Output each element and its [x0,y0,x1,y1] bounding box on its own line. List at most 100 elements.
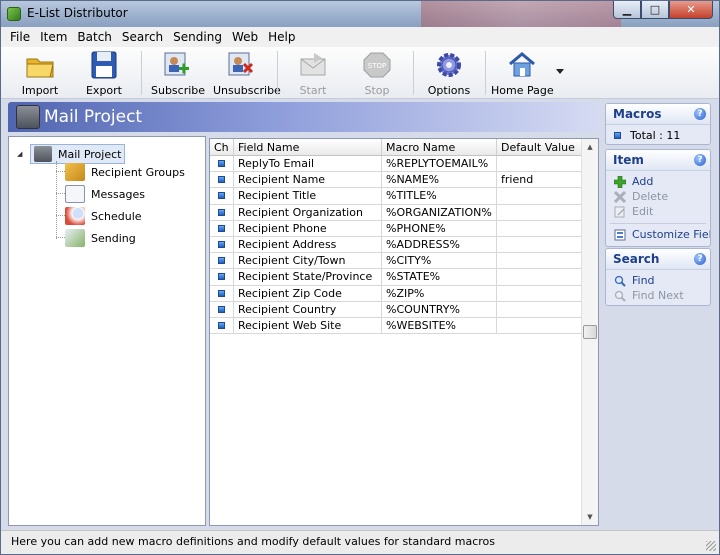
cell-default-value[interactable] [497,237,582,252]
row-checkbox[interactable] [210,188,234,204]
find-next-button[interactable]: Find Next [614,289,684,302]
cell-macro-name[interactable]: %PHONE% [382,220,497,236]
table-row[interactable]: Recipient Zip Code %ZIP% [210,285,582,302]
tree-root-selected[interactable]: Mail Project [30,144,126,164]
cell-field-name[interactable]: Recipient Address [234,236,382,253]
cell-default-value[interactable] [497,253,582,268]
start-button[interactable]: Start [291,49,335,97]
column-header-macro-name[interactable]: Macro Name [382,139,497,155]
row-checkbox[interactable] [210,220,234,236]
import-button[interactable]: Import [15,49,65,97]
cell-default-value[interactable] [497,269,582,284]
tree-item-messages[interactable]: Messages [65,185,145,203]
row-checkbox[interactable] [210,172,234,188]
cell-field-name[interactable]: Recipient City/Town [234,253,382,269]
menu-file[interactable]: File [5,30,35,44]
scroll-down-icon[interactable]: ▼ [582,509,598,525]
cell-default-value[interactable] [497,221,582,236]
item-panel-header[interactable]: Item ? [606,150,710,171]
search-panel-header[interactable]: Search ? [606,249,710,270]
customize-fields-button[interactable]: Customize Fields [614,228,710,241]
edit-button[interactable]: Edit [614,205,653,218]
resize-grip-icon[interactable] [706,541,716,551]
row-checkbox[interactable] [210,236,234,253]
cell-macro-name[interactable]: %REPLYTOEMAIL% [382,156,497,172]
close-button[interactable]: ✕ [669,1,713,19]
table-row[interactable]: Recipient State/Province %STATE% [210,269,582,286]
cell-field-name[interactable]: Recipient Zip Code [234,285,382,301]
tree-item-sending[interactable]: Sending [65,229,136,247]
cell-macro-name[interactable]: %ORGANIZATION% [382,204,497,220]
scroll-up-icon[interactable]: ▲ [582,139,598,155]
table-row[interactable]: Recipient Address %ADDRESS% [210,236,582,254]
cell-macro-name[interactable]: %ZIP% [382,285,497,301]
home-page-dropdown-icon[interactable] [556,69,564,74]
row-checkbox[interactable] [210,204,234,220]
unsubscribe-button[interactable]: Unsubscribe [213,49,281,97]
table-row[interactable]: Recipient Title %TITLE% [210,188,582,205]
cell-macro-name[interactable]: %WEBSITE% [382,317,497,334]
cell-field-name[interactable]: Recipient State/Province [234,269,382,285]
cell-macro-name[interactable]: %CITY% [382,253,497,269]
menu-item[interactable]: Item [35,30,72,44]
cell-default-value[interactable] [497,188,582,203]
cell-field-name[interactable]: Recipient Country [234,301,382,317]
subscribe-button[interactable]: Subscribe [151,49,205,97]
tree-collapse-icon[interactable]: ◢ [17,150,26,159]
table-row[interactable]: Recipient Country %COUNTRY% [210,301,582,318]
menu-search[interactable]: Search [117,30,168,44]
export-button[interactable]: Export [79,49,129,97]
cell-default-value[interactable] [497,156,582,171]
scroll-thumb[interactable] [583,325,597,339]
cell-field-name[interactable]: Recipient Web Site [234,317,382,334]
title-bar[interactable]: E-List Distributor ▁ □ ✕ [1,1,719,27]
table-row[interactable]: Recipient Organization %ORGANIZATION% [210,204,582,221]
cell-default-value[interactable] [497,205,582,220]
cell-default-value[interactable]: friend [497,172,582,187]
cell-field-name[interactable]: Recipient Title [234,188,382,204]
cell-macro-name[interactable]: %NAME% [382,172,497,188]
row-checkbox[interactable] [210,317,234,334]
stop-button[interactable]: STOP Stop [355,49,399,97]
cell-macro-name[interactable]: %COUNTRY% [382,301,497,317]
tree-item-recipient-groups[interactable]: Recipient Groups [65,163,185,181]
table-row[interactable]: Recipient Name %NAME% friend [210,172,582,189]
cell-field-name[interactable]: ReplyTo Email [234,156,382,172]
find-button[interactable]: Find [614,274,655,287]
home-page-button[interactable]: Home Page [491,49,554,97]
help-icon[interactable]: ? [694,253,706,265]
maximize-button[interactable]: □ [641,1,669,19]
menu-web[interactable]: Web [227,30,263,44]
table-row[interactable]: Recipient Phone %PHONE% [210,220,582,237]
tree-root[interactable]: ◢ Mail Project [17,144,126,164]
tree-item-schedule[interactable]: Schedule [65,207,142,225]
column-header-field-name[interactable]: Field Name [234,139,382,155]
minimize-button[interactable]: ▁ [613,1,641,19]
row-checkbox[interactable] [210,269,234,285]
help-icon[interactable]: ? [694,108,706,120]
options-button[interactable]: Options [425,49,473,97]
table-row[interactable]: Recipient Web Site %WEBSITE% [210,317,582,335]
row-checkbox[interactable] [210,285,234,301]
app-icon[interactable] [7,7,21,21]
table-row[interactable]: Recipient City/Town %CITY% [210,253,582,270]
cell-macro-name[interactable]: %ADDRESS% [382,236,497,253]
column-header-default-value[interactable]: Default Value [497,139,582,155]
cell-macro-name[interactable]: %TITLE% [382,188,497,204]
menu-sending[interactable]: Sending [168,30,227,44]
help-icon[interactable]: ? [694,154,706,166]
row-checkbox[interactable] [210,253,234,269]
add-button[interactable]: Add [614,175,653,188]
table-scrollbar[interactable]: ▲ ▼ [581,139,598,525]
cell-default-value[interactable] [497,318,582,333]
cell-field-name[interactable]: Recipient Name [234,172,382,188]
macros-panel-header[interactable]: Macros ? [606,104,710,125]
column-header-ch[interactable]: Ch [210,139,234,155]
menu-help[interactable]: Help [263,30,300,44]
cell-macro-name[interactable]: %STATE% [382,269,497,285]
cell-default-value[interactable] [497,286,582,301]
cell-field-name[interactable]: Recipient Phone [234,220,382,236]
row-checkbox[interactable] [210,156,234,172]
delete-button[interactable]: Delete [614,190,668,203]
cell-default-value[interactable] [497,302,582,317]
